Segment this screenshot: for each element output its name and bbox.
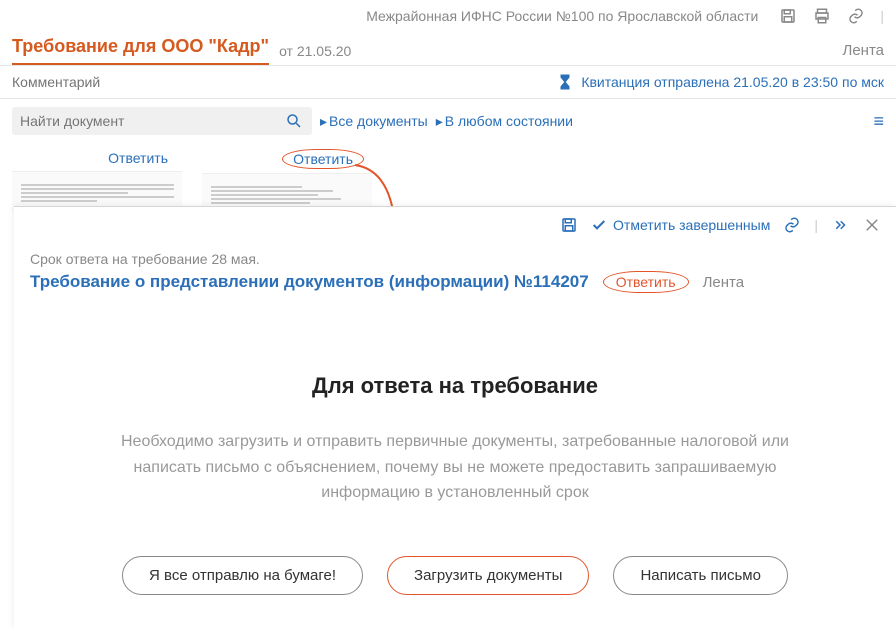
- deadline-text: Срок ответа на требование 28 мая.: [14, 243, 896, 271]
- write-letter-button[interactable]: Написать письмо: [613, 556, 788, 595]
- panel-link-icon[interactable]: [782, 215, 802, 235]
- receipt-status[interactable]: Квитанция отправлена 21.05.20 в 23:50 по…: [581, 74, 884, 90]
- header-row: Требование для ООО "Кадр" от 21.05.20 Ле…: [0, 32, 896, 65]
- upload-docs-button[interactable]: Загрузить документы: [387, 556, 589, 595]
- search-box[interactable]: [12, 107, 312, 135]
- filter-any-state-label: В любом состоянии: [445, 113, 573, 129]
- filter-row: ▸Все документы ▸В любом состоянии ≡: [0, 99, 896, 143]
- org-name: Межрайонная ИФНС России №100 по Ярославс…: [366, 8, 758, 24]
- search-icon[interactable]: [284, 111, 304, 131]
- comment-row: Квитанция отправлена 21.05.20 в 23:50 по…: [0, 65, 896, 99]
- page-title: Требование для ООО "Кадр": [12, 36, 269, 65]
- send-paper-button[interactable]: Я все отправлю на бумаге!: [122, 556, 363, 595]
- instructions-title: Для ответа на требование: [14, 373, 896, 399]
- tab-lenta[interactable]: Лента: [842, 42, 884, 59]
- link-icon[interactable]: [846, 6, 866, 26]
- panel-sep: |: [814, 217, 818, 233]
- panel-expand-icon[interactable]: [830, 215, 850, 235]
- instructions-body: Необходимо загрузить и отправить первичн…: [95, 429, 815, 506]
- panel-save-icon[interactable]: [559, 215, 579, 235]
- reply-link-2[interactable]: Ответить: [282, 149, 364, 169]
- mark-complete-label: Отметить завершенным: [613, 217, 770, 233]
- filter-all-docs-label: Все документы: [329, 113, 428, 129]
- panel-tab-lenta[interactable]: Лента: [703, 274, 745, 291]
- save-icon[interactable]: [778, 6, 798, 26]
- detail-panel: Отметить завершенным | Срок ответа на тр…: [14, 206, 896, 629]
- print-icon[interactable]: [812, 6, 832, 26]
- thumb-card-1[interactable]: Ответить: [12, 145, 182, 215]
- menu-icon[interactable]: ≡: [873, 111, 884, 132]
- panel-toolbar: Отметить завершенным |: [14, 207, 896, 243]
- search-input[interactable]: [20, 113, 284, 129]
- hourglass-icon: [555, 72, 575, 92]
- page-date: от 21.05.20: [279, 43, 351, 59]
- mark-complete-button[interactable]: Отметить завершенным: [591, 217, 770, 233]
- request-title-row: Требование о представлении документов (и…: [14, 271, 896, 303]
- thumb-card-2[interactable]: Ответить: [202, 145, 372, 215]
- action-buttons: Я все отправлю на бумаге! Загрузить доку…: [14, 556, 896, 595]
- filter-all-docs[interactable]: ▸Все документы: [320, 113, 428, 130]
- comment-input[interactable]: [12, 74, 547, 90]
- close-icon[interactable]: [862, 215, 882, 235]
- topbar: Межрайонная ИФНС России №100 по Ярославс…: [0, 0, 896, 32]
- reply-button[interactable]: Ответить: [603, 271, 689, 293]
- separator: |: [880, 8, 884, 24]
- reply-link-1[interactable]: Ответить: [102, 149, 174, 167]
- request-title[interactable]: Требование о представлении документов (и…: [30, 272, 589, 292]
- filter-any-state[interactable]: ▸В любом состоянии: [436, 113, 573, 130]
